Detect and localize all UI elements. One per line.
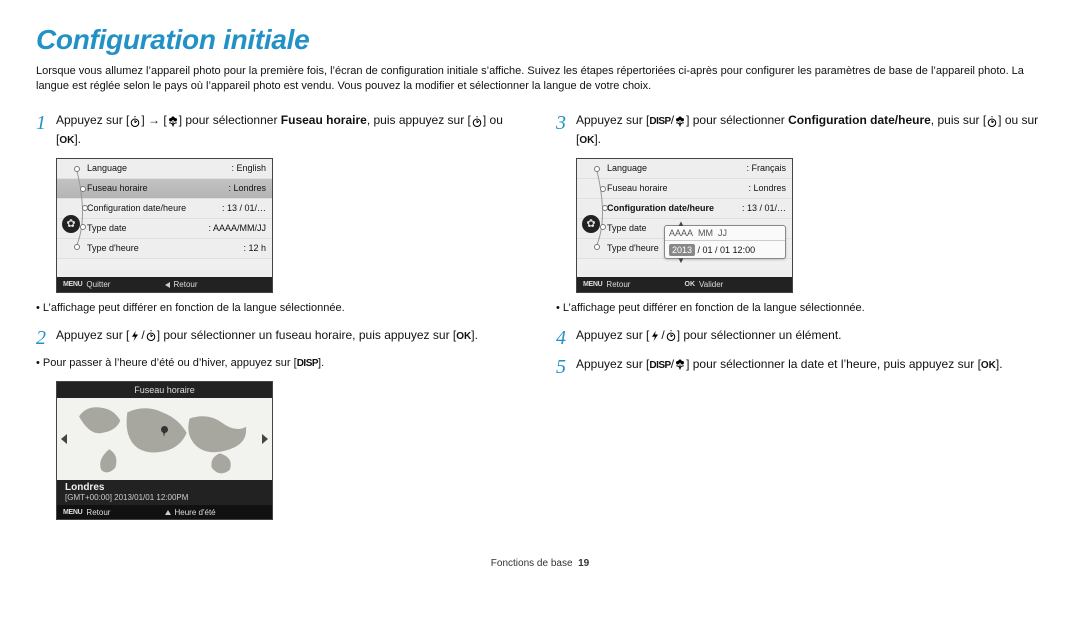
menu-row-datetime[interactable]: Configuration date/heure13 / 01/… <box>57 199 272 219</box>
step-3-note: L’affichage peut différer en fonction de… <box>556 301 1044 316</box>
step-1-body: Appuyez sur [] → [] pour sélectionner Fu… <box>56 112 524 148</box>
ok-icon: OK <box>685 281 696 288</box>
softkey-validate[interactable]: OKValider <box>685 280 787 289</box>
camera-bottom-bar: MENUQuitter Retour <box>57 277 272 292</box>
disp-icon: DISP <box>649 360 670 371</box>
menu-row-language[interactable]: LanguageFrançais <box>577 159 792 179</box>
timer-icon <box>129 113 141 130</box>
step-3-body: Appuyez sur [DISP/] pour sélectionner Co… <box>576 112 1044 148</box>
step-4: 4 Appuyez sur [/] pour sélectionner un é… <box>556 327 1044 348</box>
triangle-left-icon <box>165 282 170 288</box>
step-5-body: Appuyez sur [DISP/] pour sélectionner la… <box>576 356 1044 377</box>
date-popup[interactable]: ▲ AAAA MM JJ 2013 / 01 / 01 12:00 ▼ <box>664 225 786 259</box>
arrow-left-icon[interactable] <box>61 434 67 444</box>
timer-icon <box>665 328 677 345</box>
step-2: 2 Appuyez sur [/] pour sélectionner un f… <box>36 327 524 348</box>
step-2-body: Appuyez sur [/] pour sélectionner un fus… <box>56 327 524 348</box>
timezone-location: Londres <box>57 480 272 493</box>
disp-icon: DISP <box>649 116 670 127</box>
menu-icon: MENU <box>583 281 602 288</box>
chevron-down-icon: ▼ <box>677 256 685 265</box>
ok-icon: OK <box>579 135 594 146</box>
flash-icon <box>129 328 141 345</box>
ok-icon: OK <box>456 331 471 342</box>
ok-icon: OK <box>981 360 996 371</box>
menu-row-language[interactable]: LanguageEnglish <box>57 159 272 179</box>
camera-screen-timezone: Fuseau horaire Londres [GMT+00:00] 2013/… <box>56 381 273 520</box>
intro-text: Lorsque vous allumez l’appareil photo po… <box>36 64 1044 94</box>
arrow-right-icon[interactable] <box>262 434 268 444</box>
timer-icon <box>986 113 998 130</box>
page-title: Configuration initiale <box>36 24 1044 56</box>
timezone-gmt: [GMT+00:00] 2013/01/01 12:00PM <box>57 493 272 505</box>
softkey-back[interactable]: Retour <box>165 280 267 289</box>
step-4-number: 4 <box>556 327 576 348</box>
step-1-number: 1 <box>36 112 56 148</box>
step-2-note: Pour passer à l’heure d’été ou d’hiver, … <box>36 356 524 371</box>
menu-row-timezone[interactable]: Fuseau horaireLondres <box>577 179 792 199</box>
softkey-back[interactable]: MENURetour <box>583 280 685 289</box>
macro-icon <box>674 113 686 130</box>
chevron-up-icon: ▲ <box>677 219 685 228</box>
macro-icon <box>167 113 179 130</box>
softkey-dst[interactable]: Heure d'été <box>165 508 267 517</box>
page-footer: Fonctions de base 19 <box>36 558 1044 569</box>
timer-icon <box>471 113 483 130</box>
step-5-number: 5 <box>556 356 576 377</box>
ok-icon: OK <box>59 135 74 146</box>
column-right: 3 Appuyez sur [DISP/] pour sélectionner … <box>556 112 1044 524</box>
column-left: 1 Appuyez sur [] → [] pour sélectionner … <box>36 112 524 524</box>
camera-screen-3: ✿ LanguageFrançais Fuseau horaireLondres… <box>576 158 793 293</box>
step-4-body: Appuyez sur [/] pour sélectionner un élé… <box>576 327 1044 348</box>
triangle-up-icon <box>165 510 171 515</box>
menu-icon: MENU <box>63 281 82 288</box>
map-pin-icon <box>161 426 168 433</box>
softkey-back[interactable]: MENURetour <box>63 508 165 517</box>
step-5: 5 Appuyez sur [DISP/] pour sélectionner … <box>556 356 1044 377</box>
step-3-number: 3 <box>556 112 576 148</box>
step-1: 1 Appuyez sur [] → [] pour sélectionner … <box>36 112 524 148</box>
disp-icon: DISP <box>297 358 318 369</box>
macro-icon <box>674 357 686 374</box>
step-2-number: 2 <box>36 327 56 348</box>
flash-icon <box>649 328 661 345</box>
date-popup-year[interactable]: 2013 <box>669 244 695 256</box>
camera-screen-1: ✿ LanguageEnglish Fuseau horaireLondres … <box>56 158 273 293</box>
menu-row-timezone[interactable]: Fuseau horaireLondres <box>57 179 272 199</box>
timezone-title: Fuseau horaire <box>57 382 272 398</box>
timer-icon <box>145 328 157 345</box>
world-map <box>69 398 260 480</box>
menu-icon: MENU <box>63 509 82 516</box>
step-1-note: L’affichage peut différer en fonction de… <box>36 301 524 316</box>
menu-row-timetype[interactable]: Type d'heure12 h <box>57 239 272 259</box>
step-3: 3 Appuyez sur [DISP/] pour sélectionner … <box>556 112 1044 148</box>
menu-row-datetype[interactable]: Type dateAAAA/MM/JJ <box>57 219 272 239</box>
softkey-quit[interactable]: MENUQuitter <box>63 280 165 289</box>
menu-row-datetime[interactable]: Configuration date/heure13 / 01/… <box>577 199 792 219</box>
columns: 1 Appuyez sur [] → [] pour sélectionner … <box>36 112 1044 524</box>
